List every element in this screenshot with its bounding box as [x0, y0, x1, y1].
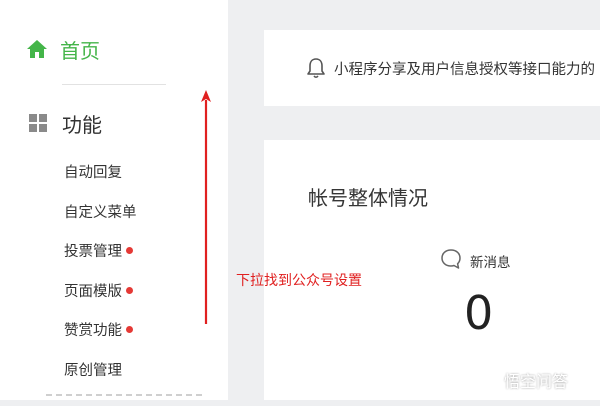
new-badge-dot	[126, 247, 133, 255]
submenu-item-label: 投票管理	[64, 244, 122, 261]
new-badge-dot	[126, 286, 133, 294]
submenu-item-auto-reply[interactable]: 自动回复	[64, 152, 137, 192]
sidebar-divider	[62, 84, 166, 85]
submenu-item-page-template[interactable]: 页面模版	[64, 271, 137, 311]
sidebar: 首页 功能 自动回复 自定义菜单 投票管理 页面模版 赞赏功能 原创管理	[0, 0, 228, 400]
bell-icon	[306, 57, 326, 79]
sidebar-item-function-label: 功能	[62, 112, 102, 137]
sidebar-item-home-label: 首页	[60, 38, 100, 63]
annotation-text: 下拉找到公众号设置	[236, 273, 362, 289]
dashed-divider	[46, 394, 202, 406]
watermark: 悟空问答	[478, 368, 568, 392]
chat-bubble-icon	[440, 248, 462, 274]
watermark-logo-icon	[478, 371, 500, 389]
home-icon	[26, 39, 48, 59]
new-badge-dot	[126, 326, 133, 334]
submenu-item-label: 原创管理	[64, 362, 122, 379]
function-submenu: 自动回复 自定义菜单 投票管理 页面模版 赞赏功能 原创管理	[64, 152, 137, 389]
submenu-item-original-management[interactable]: 原创管理	[64, 350, 137, 390]
notice-banner[interactable]: 小程序分享及用户信息授权等接口能力的	[264, 30, 600, 106]
submenu-item-label: 赞赏功能	[64, 323, 122, 340]
notice-text[interactable]: 小程序分享及用户信息授权等接口能力的	[334, 58, 595, 79]
sidebar-item-function[interactable]: 功能	[28, 108, 102, 138]
sidebar-item-home[interactable]: 首页	[26, 34, 100, 64]
submenu-item-reward[interactable]: 赞赏功能	[64, 310, 137, 350]
submenu-item-label: 自定义菜单	[64, 204, 137, 221]
new-message-count[interactable]: 0	[464, 290, 493, 336]
new-message-stat[interactable]: 新消息	[440, 248, 511, 274]
card-title: 帐号整体情况	[308, 186, 428, 210]
submenu-item-vote-management[interactable]: 投票管理	[64, 231, 137, 271]
submenu-item-label: 页面模版	[64, 283, 122, 300]
watermark-text: 悟空问答	[504, 372, 569, 391]
submenu-item-label: 自动回复	[64, 165, 122, 182]
grid-icon	[28, 113, 48, 133]
new-message-label: 新消息	[470, 255, 511, 271]
annotation-arrow-up	[196, 88, 216, 332]
submenu-item-custom-menu[interactable]: 自定义菜单	[64, 192, 137, 232]
